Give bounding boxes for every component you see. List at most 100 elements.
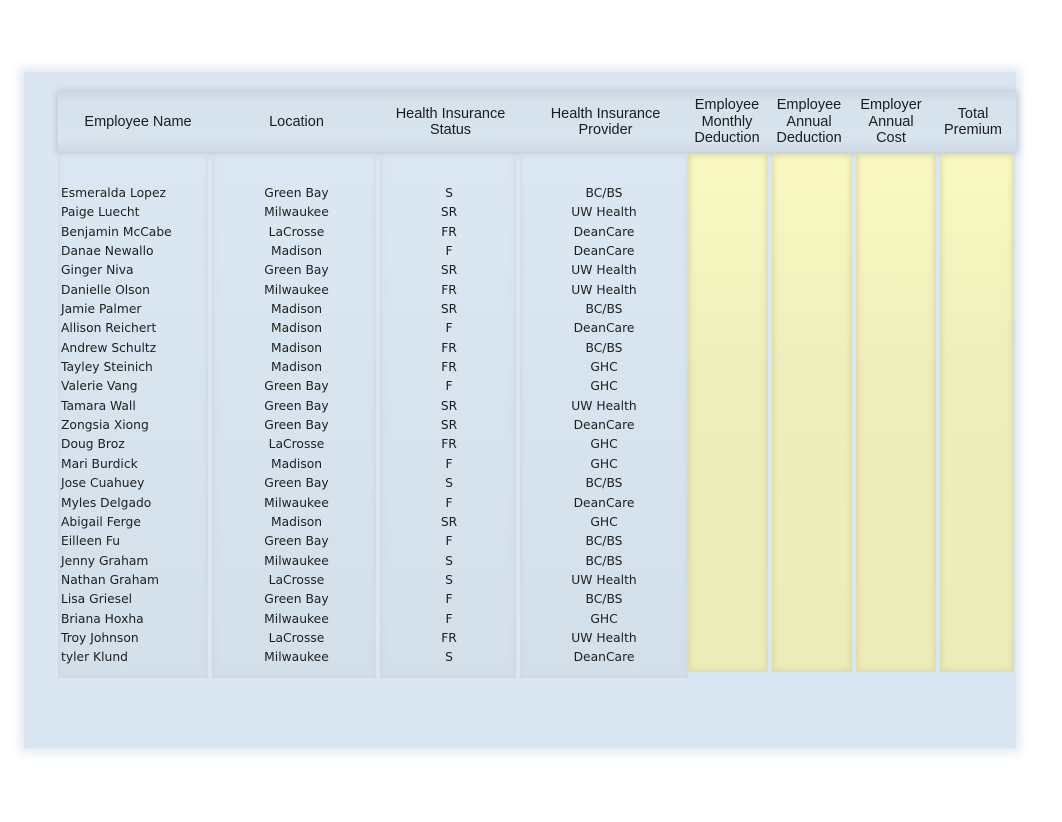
status-cell[interactable]: F xyxy=(404,496,494,510)
column-employee-annual-deduction[interactable] xyxy=(772,154,852,672)
location-cell[interactable]: Madison xyxy=(238,341,355,355)
location-cell[interactable]: Madison xyxy=(238,302,355,316)
employee-name-cell[interactable]: Benjamin McCabe xyxy=(61,225,172,239)
provider-cell[interactable]: GHC xyxy=(554,437,654,451)
employee-name-cell[interactable]: Danae Newallo xyxy=(61,244,154,258)
header-employee-annual-deduction[interactable]: Employee Annual Deduction xyxy=(768,92,850,152)
employee-name-cell[interactable]: Eilleen Fu xyxy=(61,534,120,548)
provider-cell[interactable]: GHC xyxy=(554,457,654,471)
location-cell[interactable]: LaCrosse xyxy=(238,225,355,239)
provider-cell[interactable]: BC/BS xyxy=(554,592,654,606)
status-cell[interactable]: SR xyxy=(404,515,494,529)
header-employee-name[interactable]: Employee Name xyxy=(58,92,218,152)
header-health-insurance-status[interactable]: Health Insurance Status xyxy=(388,92,513,152)
status-cell[interactable]: F xyxy=(404,457,494,471)
provider-cell[interactable]: DeanCare xyxy=(554,650,654,664)
employee-name-cell[interactable]: Abigail Ferge xyxy=(61,515,141,529)
provider-cell[interactable]: DeanCare xyxy=(554,225,654,239)
location-cell[interactable]: LaCrosse xyxy=(238,437,355,451)
location-cell[interactable]: Green Bay xyxy=(238,592,355,606)
provider-cell[interactable]: BC/BS xyxy=(554,186,654,200)
status-cell[interactable]: SR xyxy=(404,205,494,219)
status-cell[interactable]: SR xyxy=(404,302,494,316)
employee-name-cell[interactable]: Nathan Graham xyxy=(61,573,159,587)
provider-cell[interactable]: BC/BS xyxy=(554,302,654,316)
status-cell[interactable]: F xyxy=(404,592,494,606)
employee-name-cell[interactable]: Valerie Vang xyxy=(61,379,138,393)
employee-name-cell[interactable]: Doug Broz xyxy=(61,437,125,451)
provider-cell[interactable]: DeanCare xyxy=(554,244,654,258)
status-cell[interactable]: S xyxy=(404,476,494,490)
location-cell[interactable]: Milwaukee xyxy=(238,283,355,297)
location-cell[interactable]: Madison xyxy=(238,360,355,374)
employee-name-cell[interactable]: Ginger Niva xyxy=(61,263,134,277)
employee-name-cell[interactable]: Esmeralda Lopez xyxy=(61,186,166,200)
employee-name-cell[interactable]: Jenny Graham xyxy=(61,554,148,568)
employee-name-cell[interactable]: Paige Luecht xyxy=(61,205,139,219)
provider-cell[interactable]: GHC xyxy=(554,515,654,529)
employee-name-cell[interactable]: Mari Burdick xyxy=(61,457,138,471)
location-cell[interactable]: Madison xyxy=(238,244,355,258)
location-cell[interactable]: LaCrosse xyxy=(238,573,355,587)
location-cell[interactable]: Milwaukee xyxy=(238,496,355,510)
employee-name-cell[interactable]: Troy Johnson xyxy=(61,631,139,645)
employee-name-cell[interactable]: Tamara Wall xyxy=(61,399,136,413)
provider-cell[interactable]: GHC xyxy=(554,612,654,626)
location-cell[interactable]: Madison xyxy=(238,515,355,529)
status-cell[interactable]: FR xyxy=(404,283,494,297)
location-cell[interactable]: Madison xyxy=(238,321,355,335)
employee-name-cell[interactable]: tyler Klund xyxy=(61,650,128,664)
status-cell[interactable]: SR xyxy=(404,399,494,413)
header-location[interactable]: Location xyxy=(238,92,355,152)
status-cell[interactable]: F xyxy=(404,612,494,626)
provider-cell[interactable]: UW Health xyxy=(554,283,654,297)
employee-name-cell[interactable]: Danielle Olson xyxy=(61,283,150,297)
location-cell[interactable]: Green Bay xyxy=(238,476,355,490)
status-cell[interactable]: SR xyxy=(404,418,494,432)
employee-name-cell[interactable]: Allison Reichert xyxy=(61,321,156,335)
header-health-insurance-provider[interactable]: Health Insurance Provider xyxy=(543,92,668,152)
provider-cell[interactable]: UW Health xyxy=(554,263,654,277)
provider-cell[interactable]: BC/BS xyxy=(554,341,654,355)
status-cell[interactable]: FR xyxy=(404,631,494,645)
provider-cell[interactable]: BC/BS xyxy=(554,534,654,548)
employee-name-cell[interactable]: Andrew Schultz xyxy=(61,341,156,355)
status-cell[interactable]: S xyxy=(404,186,494,200)
status-cell[interactable]: FR xyxy=(404,341,494,355)
column-total-premium[interactable] xyxy=(940,154,1014,672)
employee-name-cell[interactable]: Lisa Griesel xyxy=(61,592,132,606)
status-cell[interactable]: F xyxy=(404,534,494,548)
employee-name-cell[interactable]: Zongsia Xiong xyxy=(61,418,149,432)
location-cell[interactable]: LaCrosse xyxy=(238,631,355,645)
provider-cell[interactable]: BC/BS xyxy=(554,554,654,568)
employee-name-cell[interactable]: Tayley Steinich xyxy=(61,360,153,374)
provider-cell[interactable]: UW Health xyxy=(554,399,654,413)
status-cell[interactable]: FR xyxy=(404,225,494,239)
provider-cell[interactable]: BC/BS xyxy=(554,476,654,490)
employee-name-cell[interactable]: Jamie Palmer xyxy=(61,302,141,316)
location-cell[interactable]: Green Bay xyxy=(238,263,355,277)
provider-cell[interactable]: GHC xyxy=(554,360,654,374)
location-cell[interactable]: Green Bay xyxy=(238,186,355,200)
employee-name-cell[interactable]: Jose Cuahuey xyxy=(61,476,144,490)
location-cell[interactable]: Madison xyxy=(238,457,355,471)
location-cell[interactable]: Green Bay xyxy=(238,418,355,432)
provider-cell[interactable]: DeanCare xyxy=(554,496,654,510)
provider-cell[interactable]: DeanCare xyxy=(554,418,654,432)
column-employer-annual-cost[interactable] xyxy=(856,154,936,672)
status-cell[interactable]: S xyxy=(404,554,494,568)
employee-name-cell[interactable]: Myles Delgado xyxy=(61,496,151,510)
status-cell[interactable]: SR xyxy=(404,263,494,277)
status-cell[interactable]: FR xyxy=(404,437,494,451)
provider-cell[interactable]: GHC xyxy=(554,379,654,393)
employee-name-cell[interactable]: Briana Hoxha xyxy=(61,612,144,626)
provider-cell[interactable]: UW Health xyxy=(554,205,654,219)
status-cell[interactable]: S xyxy=(404,650,494,664)
status-cell[interactable]: F xyxy=(404,321,494,335)
status-cell[interactable]: FR xyxy=(404,360,494,374)
provider-cell[interactable]: UW Health xyxy=(554,573,654,587)
location-cell[interactable]: Green Bay xyxy=(238,379,355,393)
location-cell[interactable]: Milwaukee xyxy=(238,650,355,664)
status-cell[interactable]: S xyxy=(404,573,494,587)
provider-cell[interactable]: DeanCare xyxy=(554,321,654,335)
